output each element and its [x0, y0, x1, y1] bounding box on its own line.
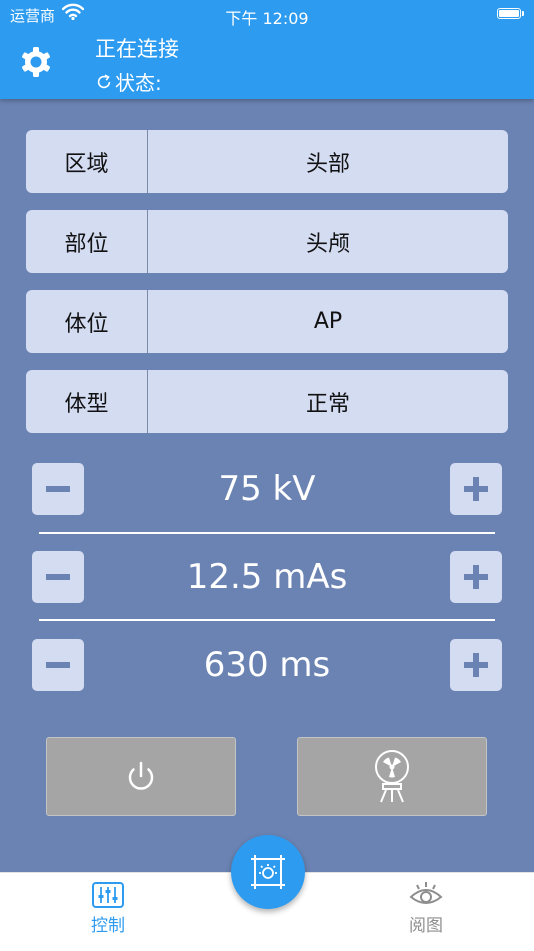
part-row[interactable]: 部位 头颅 [26, 210, 508, 273]
capture-button[interactable] [231, 835, 305, 909]
mas-control: 12.5 mAs [0, 551, 534, 603]
body-type-value[interactable]: 正常 [148, 370, 508, 433]
app-header: 运营商 下午 12:09 正在连接 状态: [0, 0, 534, 99]
ms-control: 630 ms [0, 639, 534, 691]
gear-icon[interactable] [18, 44, 54, 80]
status-bar: 运营商 下午 12:09 [0, 0, 534, 28]
clock: 下午 12:09 [225, 9, 309, 28]
region-value[interactable]: 头部 [148, 130, 508, 193]
ms-increase-button[interactable] [450, 639, 502, 691]
eye-icon [409, 882, 443, 904]
mas-increase-button[interactable] [450, 551, 502, 603]
kv-increase-button[interactable] [450, 463, 502, 515]
tab-control-label: 控制 [91, 916, 125, 936]
minus-icon [46, 486, 70, 492]
minus-icon [46, 662, 70, 668]
position-row[interactable]: 体位 AP [26, 290, 508, 353]
tab-view[interactable]: 阅图 [386, 881, 466, 936]
region-label: 区域 [26, 130, 148, 193]
plus-icon [464, 477, 488, 501]
kv-value: 75 kV [218, 469, 316, 509]
tab-control[interactable]: 控制 [68, 881, 148, 936]
tab-view-label: 阅图 [409, 916, 443, 936]
position-label: 体位 [26, 290, 148, 353]
sliders-icon [92, 882, 124, 908]
divider [39, 532, 495, 534]
status-label: 状态: [115, 71, 162, 95]
capture-frame-icon [251, 855, 285, 889]
body-type-row[interactable]: 体型 正常 [26, 370, 508, 433]
power-icon [128, 761, 154, 790]
radiation-icon [375, 749, 409, 802]
mas-value: 12.5 mAs [186, 557, 348, 597]
connection-title: 正在连接 [95, 37, 179, 61]
ms-value: 630 ms [203, 645, 331, 685]
mas-decrease-button[interactable] [32, 551, 84, 603]
position-value[interactable]: AP [148, 290, 508, 353]
battery-tip [522, 11, 524, 16]
kv-decrease-button[interactable] [32, 463, 84, 515]
plus-icon [464, 653, 488, 677]
power-button[interactable] [46, 737, 236, 816]
exposure-button[interactable] [297, 737, 487, 816]
part-label: 部位 [26, 210, 148, 273]
kv-control: 75 kV [0, 463, 534, 515]
refresh-icon[interactable] [95, 73, 113, 91]
region-row[interactable]: 区域 头部 [26, 130, 508, 193]
ms-decrease-button[interactable] [32, 639, 84, 691]
plus-icon [464, 565, 488, 589]
minus-icon [46, 574, 70, 580]
body-type-label: 体型 [26, 370, 148, 433]
status-line: 状态: [95, 67, 162, 96]
part-value[interactable]: 头颅 [148, 210, 508, 273]
battery-icon [497, 8, 521, 19]
divider [39, 619, 495, 621]
